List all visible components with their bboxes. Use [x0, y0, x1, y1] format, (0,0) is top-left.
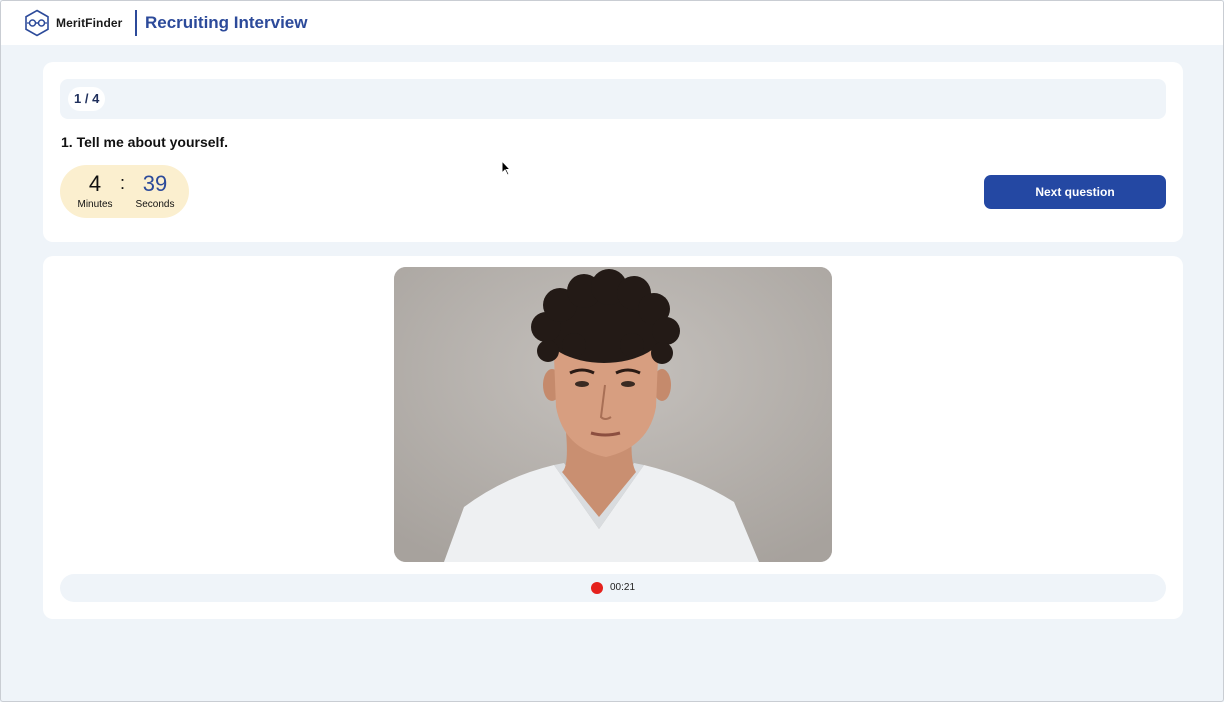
webcam-video-feed — [394, 267, 832, 562]
timer-seconds-value: 39 — [142, 171, 168, 196]
brand-name: MeritFinder — [56, 16, 123, 30]
header-divider — [135, 10, 137, 36]
timer-seconds-label: Seconds — [135, 199, 175, 210]
candidate-portrait — [394, 267, 832, 562]
timer-minutes: 4 Minutes — [74, 171, 116, 211]
question-text: 1. Tell me about yourself. — [61, 134, 229, 150]
record-dot-icon — [591, 582, 603, 594]
next-question-button[interactable]: Next question — [984, 175, 1166, 209]
timer-separator: : — [120, 173, 126, 193]
meritfinder-logo-icon — [25, 9, 49, 37]
timer-minutes-value: 4 — [88, 171, 102, 196]
question-counter: 1 / 4 — [68, 87, 106, 111]
question-card: 1 / 4 1. Tell me about yourself. 4 Minut… — [43, 62, 1183, 242]
recording-timer: 00:21 — [610, 582, 636, 593]
brand-logo[interactable]: MeritFinder — [23, 9, 122, 37]
question-progress-bar: 1 / 4 — [60, 79, 1166, 119]
timer-seconds: 39 Seconds — [130, 171, 180, 211]
page-title: Recruiting Interview — [145, 13, 308, 32]
video-card: 00:21 — [43, 256, 1183, 619]
timer-minutes-label: Minutes — [77, 199, 113, 210]
recording-status-bar: 00:21 — [60, 574, 1166, 602]
app-header: MeritFinder Recruiting Interview — [1, 1, 1223, 45]
app-window: MeritFinder Recruiting Interview 1 / 4 1… — [0, 0, 1224, 702]
countdown-timer: 4 Minutes : 39 Seconds — [60, 165, 189, 218]
mouse-pointer-icon — [501, 160, 511, 176]
